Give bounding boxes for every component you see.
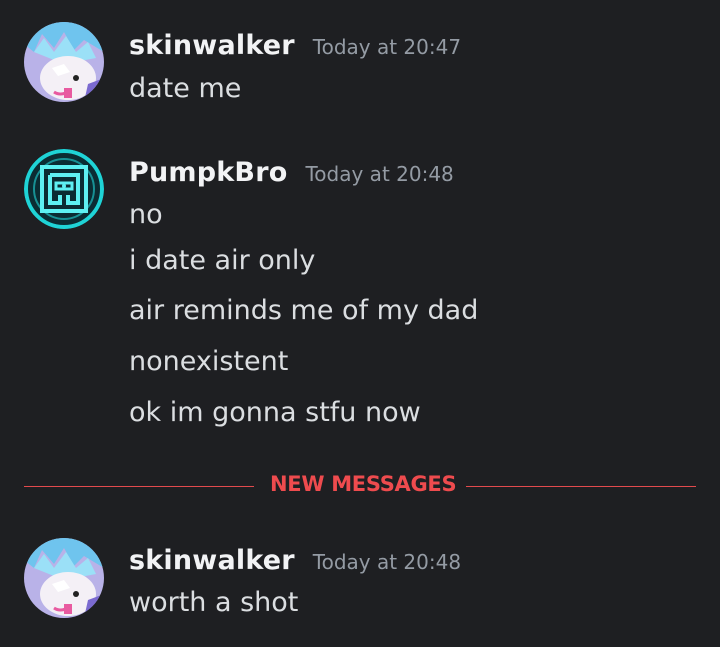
message-header: PumpkBro Today at 20:48 [129, 157, 454, 188]
message-text: i date air only [129, 245, 316, 276]
user-avatar[interactable] [24, 149, 104, 229]
new-messages-divider: NEW MESSAGES [24, 472, 696, 500]
username[interactable]: skinwalker [129, 30, 295, 61]
message-text: worth a shot [129, 587, 299, 618]
timestamp[interactable]: Today at 20:47 [313, 35, 461, 59]
message-text: ok im gonna stfu now [129, 397, 421, 428]
username[interactable]: skinwalker [129, 545, 295, 576]
user-avatar[interactable] [24, 22, 104, 102]
timestamp[interactable]: Today at 20:48 [313, 550, 461, 574]
new-messages-label: NEW MESSAGES [270, 472, 457, 496]
message-text: no [129, 199, 163, 230]
message-text: air reminds me of my dad [129, 295, 479, 326]
timestamp[interactable]: Today at 20:48 [305, 162, 453, 186]
user-avatar[interactable] [24, 538, 104, 618]
message-header: skinwalker Today at 20:47 [129, 30, 461, 61]
username[interactable]: PumpkBro [129, 157, 287, 188]
maze-logo-avatar-icon [24, 149, 104, 229]
message-header: skinwalker Today at 20:48 [129, 545, 461, 576]
divider-line-right [466, 486, 696, 487]
message-text: date me [129, 73, 242, 104]
anime-character-avatar-icon [24, 22, 104, 102]
message-text: nonexistent [129, 346, 289, 377]
anime-character-avatar-icon [24, 538, 104, 618]
divider-line-left [24, 486, 254, 487]
